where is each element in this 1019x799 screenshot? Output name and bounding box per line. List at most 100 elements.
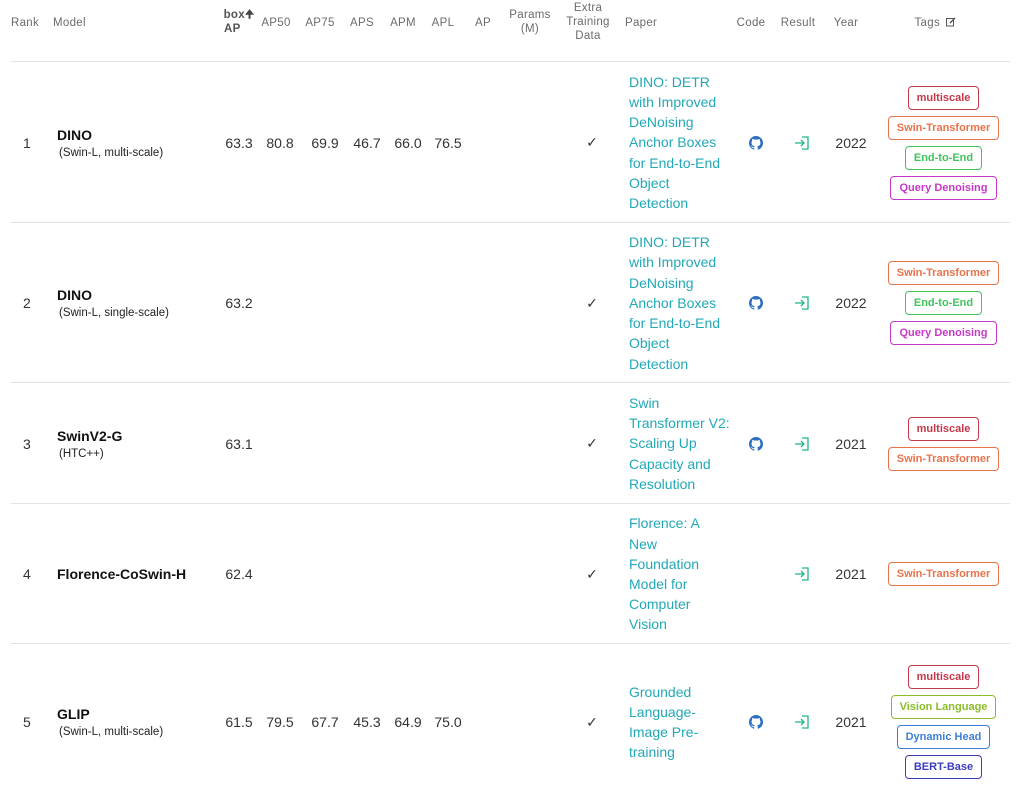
header-paper[interactable]: Paper [625, 16, 657, 30]
header-apl[interactable]: APL [428, 16, 458, 30]
aps-cell: 46.7 [353, 134, 381, 151]
header-tags[interactable]: Tags [905, 16, 965, 31]
apl-cell: 75.0 [434, 714, 462, 730]
paper-link[interactable]: Swin Transformer V2: Scaling Up Capacity an… [629, 383, 731, 504]
box-ap-cell: 61.5 [225, 714, 253, 730]
result-link-icon[interactable] [791, 644, 813, 799]
model-variant: (HTC++) [59, 447, 104, 460]
tags-cell: Swin-Transformer End-to-End Query Denois… [881, 223, 1006, 383]
header-extra-training-data[interactable]: Extra Training Data [562, 1, 614, 43]
model-name[interactable]: DINO [57, 127, 92, 143]
model-name[interactable]: DINO [57, 287, 92, 303]
table-row: 4 Florence-CoSwin-H 62.4 ✓ Florence: A Ne… [11, 503, 1010, 643]
tag-badge[interactable]: End-to-End [904, 291, 983, 315]
leaderboard-table: 1 DINO (Swin-L, multi-scale) 63.3 80.8 6… [11, 61, 1010, 799]
extra-data-check-icon: ✓ [586, 435, 598, 451]
box-ap-cell: 63.3 [225, 134, 253, 151]
year-cell: 2021 [835, 566, 867, 582]
tag-badge[interactable]: Swin-Transformer [887, 446, 1000, 471]
tag-badge[interactable]: Query Denoising [890, 321, 997, 345]
tag-badge[interactable]: BERT-Base [904, 755, 983, 779]
header-year[interactable]: Year [832, 16, 860, 30]
header-model[interactable]: Model [53, 16, 86, 30]
rank-cell: 1 [23, 134, 31, 151]
year-cell: 2022 [835, 134, 867, 151]
tag-badge[interactable]: multiscale [907, 665, 980, 689]
tag-badge[interactable]: Dynamic Head [896, 725, 991, 749]
box-ap-cell: 63.2 [225, 295, 253, 311]
tag-badge[interactable]: Query Denoising [890, 175, 997, 200]
result-link-icon[interactable] [791, 223, 813, 383]
edit-icon[interactable] [945, 17, 956, 31]
paper-link[interactable]: DINO: DETR with Improved DeNoising Anchor B… [629, 62, 731, 223]
tag-badge[interactable]: Swin-Transformer [887, 261, 1000, 285]
header-result[interactable]: Result [778, 16, 818, 30]
github-icon[interactable] [745, 62, 767, 223]
header-aps[interactable]: APS [346, 16, 378, 30]
table-row: 5 GLIP (Swin-L, multi-scale) 61.5 79.5 6… [11, 643, 1010, 799]
rank-cell: 5 [23, 714, 31, 730]
model-variant: (Swin-L, single-scale) [59, 307, 169, 319]
header-rank[interactable]: Rank [11, 16, 39, 30]
rank-cell: 4 [23, 566, 31, 582]
header-ap50[interactable]: AP50 [258, 16, 294, 30]
tags-cell: multiscale Swin-Transformer [881, 383, 1006, 504]
header-ap[interactable]: AP [470, 16, 496, 30]
model-cell[interactable]: DINO (Swin-L, multi-scale) [57, 62, 163, 223]
rank-cell: 2 [23, 295, 31, 311]
year-cell: 2022 [835, 295, 867, 311]
rank-cell: 3 [23, 435, 31, 452]
tag-badge[interactable]: multiscale [907, 416, 980, 441]
extra-data-check-icon: ✓ [586, 134, 598, 150]
paper-link[interactable]: Florence: A New Foundation Model for Compute… [629, 504, 731, 644]
header-code[interactable]: Code [734, 16, 768, 30]
table-row: 2 DINO (Swin-L, single-scale) 63.2 ✓ DIN… [11, 222, 1010, 382]
arrow-up-icon: 🠉 [244, 9, 255, 21]
apm-cell: 66.0 [394, 134, 422, 151]
year-cell: 2021 [835, 435, 867, 452]
github-icon[interactable] [745, 223, 767, 383]
result-link-icon[interactable] [791, 504, 813, 644]
paper-link[interactable]: DINO: DETR with Improved DeNoising Anchor B… [629, 223, 731, 383]
ap75-cell: 69.9 [311, 134, 339, 151]
tag-badge[interactable]: Swin-Transformer [887, 562, 1000, 586]
model-variant: (Swin-L, multi-scale) [59, 146, 164, 159]
header-params[interactable]: Params (M) [506, 8, 554, 36]
year-cell: 2021 [835, 714, 867, 730]
model-name[interactable]: GLIP [57, 706, 90, 722]
model-cell[interactable]: SwinV2-G (HTC++) [57, 383, 122, 504]
tag-badge[interactable]: multiscale [907, 85, 980, 110]
github-icon[interactable] [745, 644, 767, 799]
tags-cell: Swin-Transformer [881, 504, 1006, 644]
table-row: 3 SwinV2-G (HTC++) 63.1 ✓ Swin Transforme… [11, 382, 1010, 503]
paper-link[interactable]: Grounded Language- Image Pre-training [629, 644, 731, 799]
extra-data-check-icon: ✓ [586, 565, 598, 582]
result-link-icon[interactable] [791, 383, 813, 504]
github-icon[interactable] [745, 383, 767, 504]
box-ap-cell: 62.4 [225, 566, 253, 582]
box-ap-cell: 63.1 [225, 435, 253, 452]
apm-cell: 64.9 [394, 714, 422, 730]
table-header: Rank Model box🠉 AP AP50 AP75 APS APM APL… [0, 0, 1019, 62]
apl-cell: 76.5 [434, 134, 462, 151]
model-cell[interactable]: DINO (Swin-L, single-scale) [57, 223, 169, 383]
tag-badge[interactable]: Swin-Transformer [887, 115, 1000, 140]
ap50-cell: 79.5 [266, 714, 294, 730]
result-link-icon[interactable] [791, 62, 813, 223]
ap50-cell: 80.8 [266, 134, 294, 151]
table-row: 1 DINO (Swin-L, multi-scale) 63.3 80.8 6… [11, 61, 1010, 222]
model-cell[interactable]: Florence-CoSwin-H [57, 504, 186, 644]
tag-badge[interactable]: Vision Language [890, 695, 997, 719]
header-ap75[interactable]: AP75 [302, 16, 338, 30]
model-name[interactable]: Florence-CoSwin-H [57, 566, 186, 582]
model-name[interactable]: SwinV2-G [57, 428, 122, 444]
tags-cell: multiscale Swin-Transformer End-to-End Q… [881, 62, 1006, 223]
model-variant: (Swin-L, multi-scale) [59, 726, 164, 738]
tag-badge[interactable]: End-to-End [904, 145, 983, 170]
model-cell[interactable]: GLIP (Swin-L, multi-scale) [57, 644, 163, 799]
header-apm[interactable]: APM [386, 16, 420, 30]
extra-data-check-icon: ✓ [586, 294, 598, 311]
header-box-ap[interactable]: box🠉 AP [222, 8, 256, 36]
ap75-cell: 67.7 [311, 714, 339, 730]
extra-data-check-icon: ✓ [586, 713, 598, 730]
